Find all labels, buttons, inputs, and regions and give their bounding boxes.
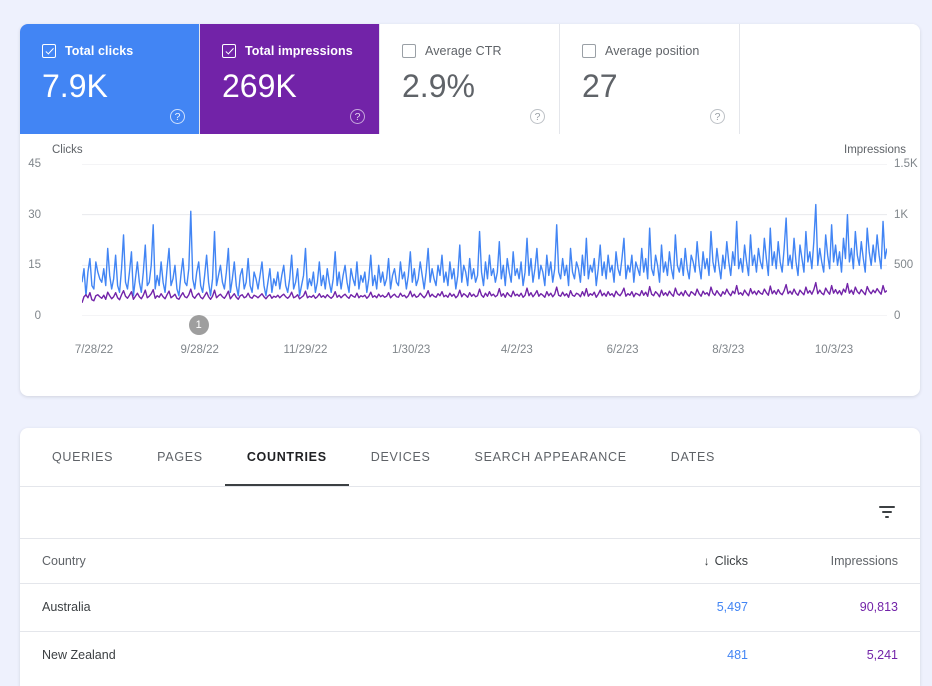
x-axis-tick: 1/30/23 (391, 344, 431, 356)
help-icon[interactable]: ? (170, 109, 185, 124)
filter-bar-3 (885, 516, 889, 518)
help-icon[interactable]: ? (710, 109, 725, 124)
total-impressions-checkbox[interactable] (222, 44, 236, 58)
countries-table: Country ↓ Clicks Impressions Australia 5,4… (20, 539, 920, 679)
performance-card: Total clicks 7.9K ? Total impressions 26… (20, 24, 920, 396)
table-body: Australia 5,497 90,813 New Zealand 481 5,241 (20, 583, 920, 679)
metric-value: 269K (222, 68, 297, 104)
tab-queries[interactable]: QUERIES (30, 428, 135, 486)
performance-chart: Clicks Impressions 0 15 30 45 0 500 1K 1.5K 7/… (20, 134, 920, 396)
cell-clicks: 5,497 (716, 600, 748, 614)
right-axis-tick: 0 (894, 310, 901, 322)
dimension-tabs: QUERIES PAGES COUNTRIES DEVICES SEARCH APPEA… (20, 428, 920, 486)
chart-series-clicks (82, 205, 887, 296)
metric-value: 2.9% (402, 68, 475, 104)
cell-impressions: 90,813 (859, 600, 898, 614)
metric-label: Average CTR (425, 44, 502, 58)
performance-page: Total clicks 7.9K ? Total impressions 26… (0, 0, 932, 686)
metric-header: Average position (582, 42, 723, 60)
metric-label: Average position (605, 44, 700, 58)
x-axis-labels: 7/28/22 9/28/22 11/29/22 1/30/23 4/2/23 6/2/2… (20, 344, 920, 360)
metric-tiles: Total clicks 7.9K ? Total impressions 26… (20, 24, 920, 134)
cell-clicks: 481 (727, 648, 748, 663)
chart-svg (82, 164, 887, 316)
dimension-table-card: QUERIES PAGES COUNTRIES DEVICES SEARCH APPEA… (20, 428, 920, 686)
tab-search-appearance[interactable]: SEARCH APPEARANCE (453, 428, 649, 486)
tab-countries[interactable]: COUNTRIES (224, 428, 349, 486)
metric-header: Average CTR (402, 42, 543, 60)
average-ctr-checkbox[interactable] (402, 44, 416, 58)
column-header-clicks[interactable]: ↓ Clicks (620, 539, 770, 583)
x-axis-tick: 6/2/23 (606, 344, 639, 356)
left-axis-tick: 15 (28, 259, 41, 272)
x-axis-tick: 7/28/22 (74, 344, 114, 356)
metric-header: Total impressions (222, 42, 363, 60)
right-axis-tick: 1K (894, 208, 909, 221)
table-row[interactable]: Australia 5,497 90,813 (20, 583, 920, 631)
metric-tiles-filler (740, 24, 920, 134)
chart-plot-area (82, 164, 887, 316)
metric-header: Total clicks (42, 42, 183, 60)
chart-annotation-marker[interactable]: 1 (188, 315, 209, 335)
x-axis-tick: 8/3/23 (712, 344, 745, 356)
cell-country: New Zealand (42, 648, 116, 663)
table-header-row: Country ↓ Clicks Impressions (20, 539, 920, 583)
metric-label: Total impressions (245, 44, 353, 58)
metric-average-position[interactable]: Average position 27 ? (560, 24, 740, 134)
column-header-country[interactable]: Country (20, 539, 620, 583)
metric-label: Total clicks (65, 44, 134, 58)
right-axis-tick: 1.5K (894, 158, 918, 170)
right-axis-title: Impressions (844, 144, 906, 156)
help-icon[interactable]: ? (350, 109, 365, 124)
column-header-clicks-label: Clicks (714, 553, 748, 568)
sort-descending-icon: ↓ (703, 553, 710, 568)
x-axis-tick: 10/3/23 (814, 344, 854, 356)
filter-icon[interactable] (876, 501, 898, 523)
average-position-checkbox[interactable] (582, 44, 596, 58)
metric-average-ctr[interactable]: Average CTR 2.9% ? (380, 24, 560, 134)
cell-impressions: 5,241 (866, 648, 898, 663)
tab-devices[interactable]: DEVICES (349, 428, 453, 486)
x-axis-tick: 9/28/22 (180, 344, 219, 356)
table-row[interactable]: New Zealand 481 5,241 (20, 631, 920, 679)
tab-pages[interactable]: PAGES (135, 428, 225, 486)
left-axis-title: Clicks (52, 144, 83, 156)
help-icon[interactable]: ? (530, 109, 545, 124)
left-axis-tick: 0 (34, 310, 41, 322)
right-axis-tick: 500 (894, 259, 914, 272)
filter-bar-1 (879, 506, 895, 508)
total-clicks-checkbox[interactable] (42, 44, 56, 58)
left-axis-tick: 45 (28, 158, 41, 170)
x-axis-tick: 11/29/22 (283, 344, 328, 356)
metric-total-clicks[interactable]: Total clicks 7.9K ? (20, 24, 200, 134)
column-header-impressions[interactable]: Impressions (770, 539, 920, 583)
filter-bar-2 (882, 511, 892, 513)
metric-value: 7.9K (42, 68, 108, 104)
metric-total-impressions[interactable]: Total impressions 269K ? (200, 24, 380, 134)
metric-value: 27 (582, 68, 618, 104)
table-head: Country ↓ Clicks Impressions (20, 539, 920, 583)
tab-dates[interactable]: DATES (649, 428, 737, 486)
cell-country: Australia (42, 600, 91, 614)
x-axis-tick: 4/2/23 (500, 344, 533, 356)
left-axis-tick: 30 (28, 208, 41, 221)
filter-bar (20, 487, 920, 539)
